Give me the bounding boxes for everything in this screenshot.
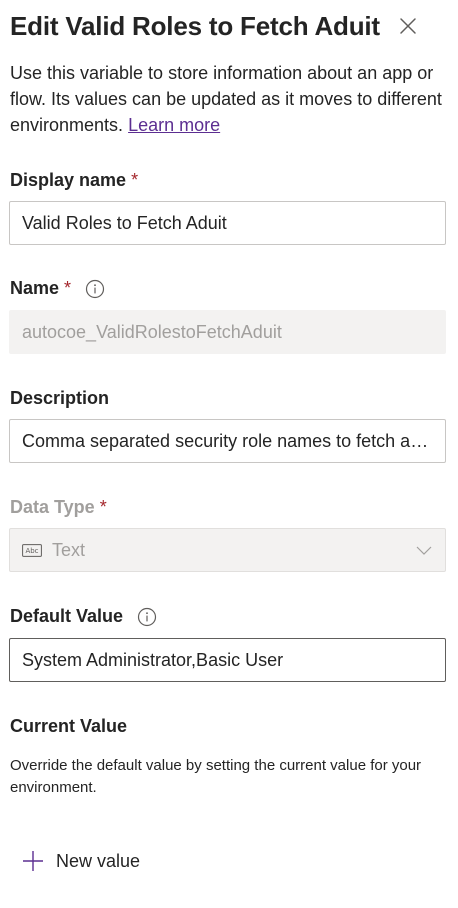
current-value-label-text: Current Value [10, 716, 128, 736]
description-label: Description [10, 388, 109, 409]
name-value: autocoe_ValidRolestoFetchAduit [22, 321, 282, 342]
name-label-text: Name [10, 278, 60, 298]
display-name-input[interactable]: Valid Roles to Fetch Aduit [9, 201, 446, 245]
description-value: Comma separated security role names to f… [22, 430, 433, 451]
required-mark: * [131, 170, 139, 190]
name-label: Name * [10, 278, 105, 299]
default-value-label: Default Value [10, 606, 157, 627]
display-name-value: Valid Roles to Fetch Aduit [22, 212, 227, 233]
panel-header: Edit Valid Roles to Fetch Aduit [10, 8, 448, 44]
info-icon[interactable] [85, 279, 105, 299]
new-value-button[interactable]: New value [22, 846, 140, 876]
learn-more-link[interactable]: Learn more [128, 115, 220, 135]
data-type-label-text: Data Type [10, 497, 95, 517]
default-value-input[interactable]: System Administrator,Basic User [9, 638, 446, 682]
edit-variable-panel: Edit Valid Roles to Fetch Aduit Use this… [0, 0, 458, 908]
required-mark: * [99, 497, 107, 517]
data-type-value: Text [52, 539, 86, 560]
current-value-help: Override the default value by setting th… [10, 757, 422, 796]
name-input: autocoe_ValidRolestoFetchAduit [9, 310, 446, 354]
intro-text: Use this variable to store information a… [10, 63, 442, 135]
data-type-select: Abc Text [9, 528, 446, 572]
default-value-label-text: Default Value [10, 606, 124, 626]
display-name-label: Display name * [10, 170, 138, 191]
abc-icon-text: Abc [25, 547, 38, 555]
text-type-icon: Abc [22, 543, 42, 557]
current-value-label: Current Value [10, 716, 127, 737]
required-mark: * [64, 278, 72, 298]
description-input[interactable]: Comma separated security role names to f… [9, 419, 446, 463]
close-button[interactable] [396, 14, 420, 38]
display-name-label-text: Display name [10, 170, 127, 190]
plus-icon [22, 850, 44, 872]
new-value-label: New value [56, 850, 141, 871]
close-icon [400, 18, 416, 34]
data-type-label: Data Type * [10, 497, 107, 518]
chevron-down-icon [415, 541, 433, 559]
description-label-text: Description [10, 388, 110, 408]
panel-intro: Use this variable to store information a… [10, 60, 450, 138]
default-value-value: System Administrator,Basic User [22, 649, 284, 670]
info-icon[interactable] [137, 607, 157, 627]
panel-title: Edit Valid Roles to Fetch Aduit [10, 10, 380, 41]
